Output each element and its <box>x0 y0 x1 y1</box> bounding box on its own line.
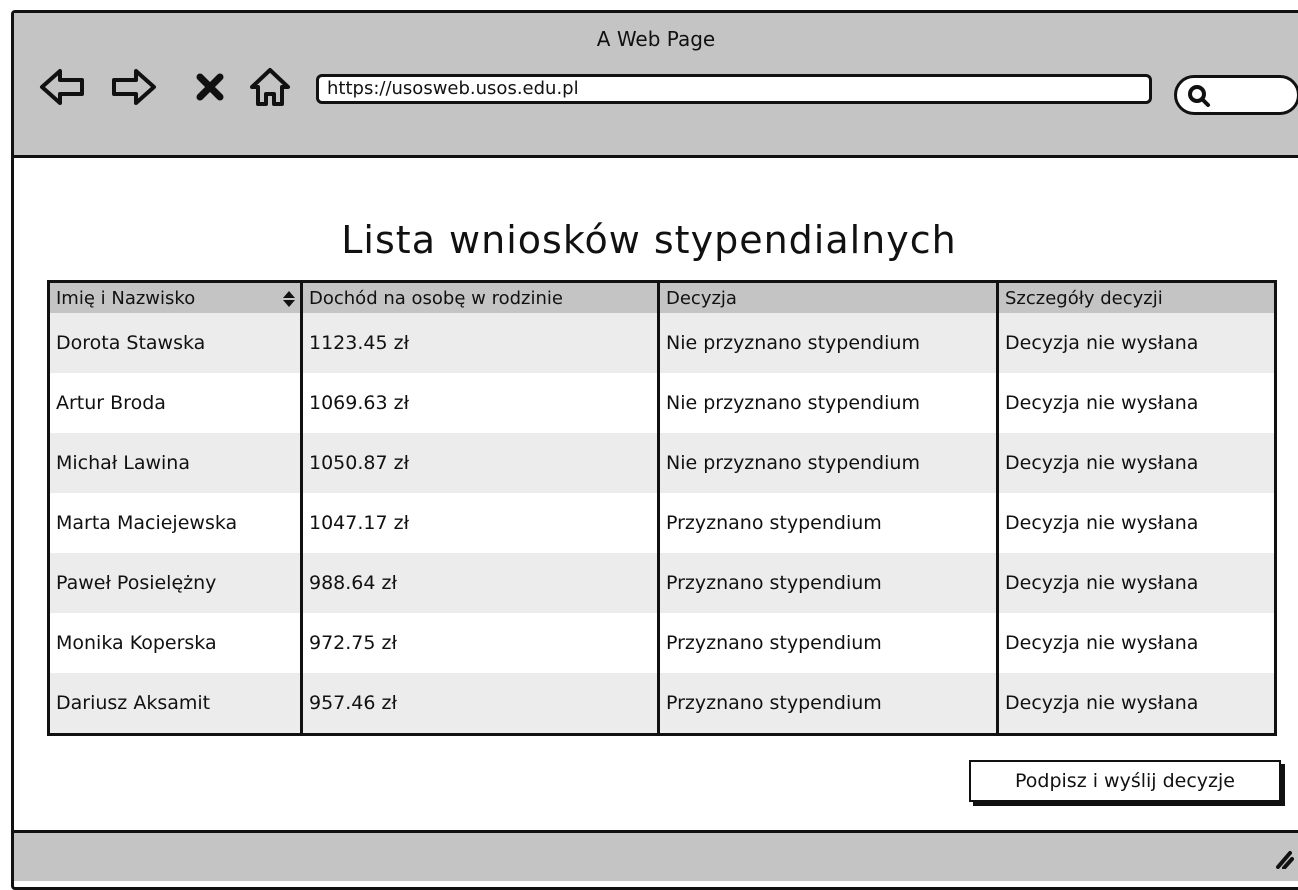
table-row[interactable]: Artur Broda 1069.63 zł Nie przyznano stype… <box>50 373 1274 433</box>
table-row[interactable]: Paweł Posielężny 988.64 zł Przyznano stype… <box>50 553 1274 613</box>
page-title: Lista wniosków stypendialnych <box>341 218 957 262</box>
cell-details: Decyzja nie wysłana <box>1005 332 1199 354</box>
back-arrow-icon <box>40 69 84 105</box>
applications-table: Imię i Nazwisko Dochód na osobę w rodzin… <box>47 280 1277 736</box>
column-header-name[interactable]: Imię i Nazwisko <box>50 283 300 313</box>
cell-name: Artur Broda <box>56 392 166 414</box>
search-box[interactable] <box>1174 75 1298 115</box>
column-divider <box>657 283 660 733</box>
cell-name: Marta Maciejewska <box>56 512 238 534</box>
home-icon <box>250 68 290 106</box>
column-divider <box>300 283 303 733</box>
back-button[interactable] <box>38 65 86 109</box>
stop-icon <box>196 73 224 101</box>
cell-income: 1123.45 zł <box>309 332 409 354</box>
status-bar <box>14 830 1298 881</box>
sign-and-send-button[interactable]: Podpisz i wyślij decyzje <box>969 760 1281 802</box>
cell-name: Dariusz Aksamit <box>56 692 211 714</box>
stop-button[interactable] <box>186 65 234 109</box>
browser-toolbar: A Web Page https://usosweb.usos.edu.pl <box>14 13 1298 158</box>
cell-decision: Przyznano stypendium <box>666 632 882 654</box>
table-row[interactable]: Dorota Stawska 1123.45 zł Nie przyznano st… <box>50 313 1274 373</box>
sort-icon[interactable] <box>282 290 296 308</box>
cell-details: Decyzja nie wysłana <box>1005 632 1199 654</box>
address-bar[interactable]: https://usosweb.usos.edu.pl <box>316 74 1152 104</box>
column-header-income: Dochód na osobę w rodzinie <box>309 287 563 309</box>
table-row[interactable]: Monika Koperska 972.75 zł Przyznano stypen… <box>50 613 1274 673</box>
search-icon <box>1188 85 1210 107</box>
home-button[interactable] <box>246 65 294 109</box>
cell-name: Paweł Posielężny <box>56 572 217 594</box>
window-title: A Web Page <box>596 27 716 51</box>
forward-button[interactable] <box>110 65 158 109</box>
table-row[interactable]: Michał Lawina 1050.87 zł Nie przyznano sty… <box>50 433 1274 493</box>
cell-decision: Nie przyznano stypendium <box>666 392 920 414</box>
table-row[interactable]: Marta Maciejewska 1047.17 zł Przyznano sty… <box>50 493 1274 553</box>
cell-decision: Przyznano stypendium <box>666 692 882 714</box>
cell-income: 988.64 zł <box>309 572 397 594</box>
forward-arrow-icon <box>112 69 156 105</box>
cell-decision: Nie przyznano stypendium <box>666 452 920 474</box>
table-header: Imię i Nazwisko Dochód na osobę w rodzin… <box>50 283 1274 314</box>
column-divider <box>996 283 999 733</box>
cell-decision: Przyznano stypendium <box>666 512 882 534</box>
cell-name: Michał Lawina <box>56 452 190 474</box>
column-header-decision: Decyzja <box>666 287 737 309</box>
cell-decision: Nie przyznano stypendium <box>666 332 920 354</box>
cell-name: Dorota Stawska <box>56 332 206 354</box>
cell-details: Decyzja nie wysłana <box>1005 512 1199 534</box>
resize-grip-icon[interactable] <box>1270 845 1294 869</box>
cell-name: Monika Koperska <box>56 632 217 654</box>
cell-income: 972.75 zł <box>309 632 397 654</box>
cell-income: 1050.87 zł <box>309 452 409 474</box>
cell-details: Decyzja nie wysłana <box>1005 692 1199 714</box>
cell-details: Decyzja nie wysłana <box>1005 572 1199 594</box>
cell-details: Decyzja nie wysłana <box>1005 392 1199 414</box>
cell-income: 1069.63 zł <box>309 392 409 414</box>
cell-details: Decyzja nie wysłana <box>1005 452 1199 474</box>
column-header-label: Imię i Nazwisko <box>56 287 196 309</box>
cell-decision: Przyznano stypendium <box>666 572 882 594</box>
table-row[interactable]: Dariusz Aksamit 957.46 zł Przyznano stypen… <box>50 673 1274 733</box>
column-header-details: Szczegóły decyzji <box>1005 287 1163 309</box>
cell-income: 1047.17 zł <box>309 512 409 534</box>
cell-income: 957.46 zł <box>309 692 397 714</box>
